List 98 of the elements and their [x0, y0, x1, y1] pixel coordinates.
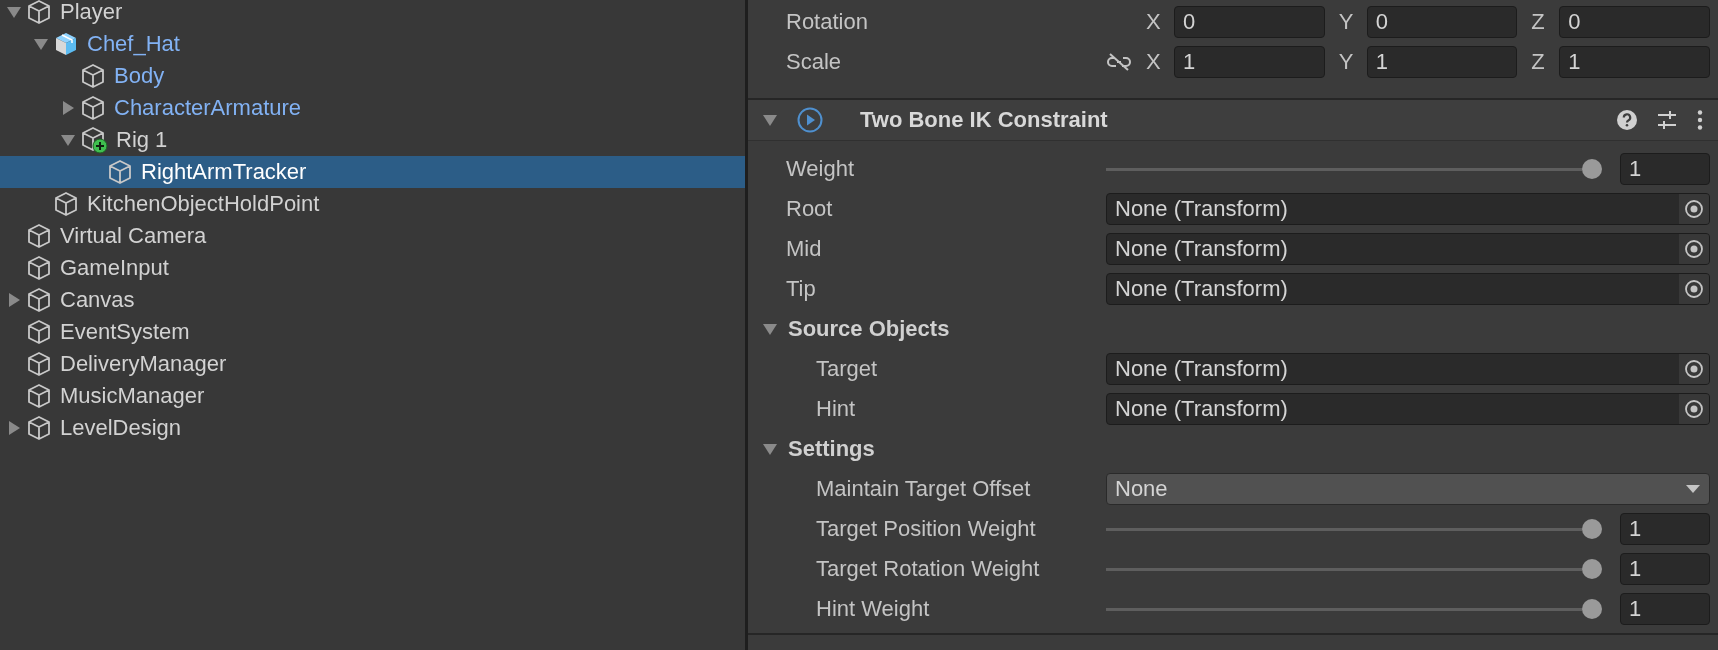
property-label: Rotation [786, 9, 869, 35]
object-field[interactable]: None (Transform) [1106, 393, 1710, 425]
tree-item[interactable]: RightArmTracker [0, 156, 745, 188]
collapse-arrow-icon[interactable] [762, 321, 778, 337]
unlinked-icon[interactable] [1106, 52, 1132, 72]
cube-icon [107, 159, 133, 185]
slider-track[interactable] [1106, 599, 1602, 619]
property-label: Mid [786, 236, 823, 262]
tree-item[interactable]: Player [0, 0, 745, 28]
slider-thumb[interactable] [1582, 519, 1602, 539]
target-icon [1684, 359, 1704, 379]
axis-label: X [1146, 49, 1162, 75]
section-foldout[interactable]: Source Objects [762, 316, 950, 342]
number-field[interactable]: 0 [1366, 6, 1518, 38]
expand-arrow-icon[interactable] [60, 100, 76, 116]
cube-icon [26, 383, 52, 409]
number-field[interactable]: 1 [1559, 46, 1710, 78]
tree-item[interactable]: Virtual Camera [0, 220, 745, 252]
tree-item[interactable]: GameInput [0, 252, 745, 284]
collapse-arrow-icon[interactable] [762, 441, 778, 457]
property-label: Tip [786, 276, 817, 302]
sliders-icon[interactable] [1656, 109, 1678, 131]
slider-track[interactable] [1106, 519, 1602, 539]
help-icon[interactable] [1616, 109, 1638, 131]
cube-icon [53, 191, 79, 217]
caret-icon [1685, 484, 1701, 494]
tree-item[interactable]: DeliveryManager [0, 348, 745, 380]
tree-item[interactable]: LevelDesign [0, 412, 745, 444]
number-field[interactable]: 1 [1174, 46, 1325, 78]
dropdown[interactable]: None [1106, 473, 1710, 505]
axis-label: Z [1531, 49, 1546, 75]
number-field[interactable]: 1 [1620, 593, 1710, 625]
object-field[interactable]: None (Transform) [1106, 193, 1710, 225]
play-circle-icon [796, 106, 824, 134]
target-icon [1684, 239, 1704, 259]
object-picker-button[interactable] [1679, 354, 1709, 384]
cube-icon [26, 255, 52, 281]
slider-track[interactable] [1106, 559, 1602, 579]
cube-icon [26, 319, 52, 345]
property-label: Target Rotation Weight [815, 556, 1041, 582]
property-label: Weight [786, 156, 856, 182]
collapse-arrow-icon[interactable] [33, 36, 49, 52]
slider-thumb[interactable] [1582, 159, 1602, 179]
slider-thumb[interactable] [1582, 559, 1602, 579]
tree-item[interactable]: CharacterArmature [0, 92, 745, 124]
object-picker-button[interactable] [1679, 234, 1709, 264]
property-label: Target [815, 356, 879, 382]
object-picker-button[interactable] [1679, 194, 1709, 224]
axis-label: Z [1531, 9, 1546, 35]
number-field[interactable]: 1 [1620, 513, 1710, 545]
cube-icon [80, 63, 106, 89]
tree-item[interactable]: MusicManager [0, 380, 745, 412]
tree-item[interactable]: Rig 1 [0, 124, 745, 156]
number-field[interactable]: 1 [1620, 153, 1710, 185]
axis-label: X [1146, 9, 1162, 35]
slider-track[interactable] [1106, 159, 1602, 179]
cube-plus-icon [80, 126, 108, 154]
tree-item[interactable]: KitchenObjectHoldPoint [0, 188, 745, 220]
property-label: Maintain Target Offset [815, 476, 1032, 502]
cube-icon [26, 287, 52, 313]
target-icon [1684, 199, 1704, 219]
tree-item[interactable]: Canvas [0, 284, 745, 316]
slider-thumb[interactable] [1582, 599, 1602, 619]
tree-item[interactable]: Body [0, 60, 745, 92]
object-field[interactable]: None (Transform) [1106, 233, 1710, 265]
cube-icon [26, 415, 52, 441]
property-label: Scale [786, 49, 843, 75]
object-picker-button[interactable] [1679, 394, 1709, 424]
object-field[interactable]: None (Transform) [1106, 353, 1710, 385]
cube-icon [80, 95, 106, 121]
number-field[interactable]: 1 [1620, 553, 1710, 585]
target-icon [1684, 399, 1704, 419]
axis-label: Y [1338, 9, 1355, 35]
tree-item[interactable]: EventSystem [0, 316, 745, 348]
collapse-arrow-icon[interactable] [6, 4, 22, 20]
cube-icon [26, 0, 52, 25]
collapse-arrow-icon[interactable] [762, 112, 778, 128]
collapse-arrow-icon[interactable] [60, 132, 76, 148]
property-label: Root [786, 196, 834, 222]
axis-label: Y [1338, 49, 1355, 75]
number-field[interactable]: 0 [1174, 6, 1325, 38]
more-icon[interactable] [1696, 109, 1704, 131]
expand-arrow-icon[interactable] [6, 292, 22, 308]
cube-icon [26, 223, 52, 249]
target-icon [1684, 279, 1704, 299]
component-title: Two Bone IK Constraint [860, 107, 1109, 133]
object-field[interactable]: None (Transform) [1106, 273, 1710, 305]
prefab-cube-icon [53, 31, 79, 57]
tree-item[interactable]: Chef_Hat [0, 28, 745, 60]
cube-icon [26, 351, 52, 377]
number-field[interactable]: 0 [1559, 6, 1710, 38]
number-field[interactable]: 1 [1366, 46, 1518, 78]
object-picker-button[interactable] [1679, 274, 1709, 304]
property-label: Hint Weight [815, 596, 931, 622]
property-label: Target Position Weight [815, 516, 1037, 542]
property-label: Hint [815, 396, 857, 422]
section-foldout[interactable]: Settings [762, 436, 875, 462]
expand-arrow-icon[interactable] [6, 420, 22, 436]
